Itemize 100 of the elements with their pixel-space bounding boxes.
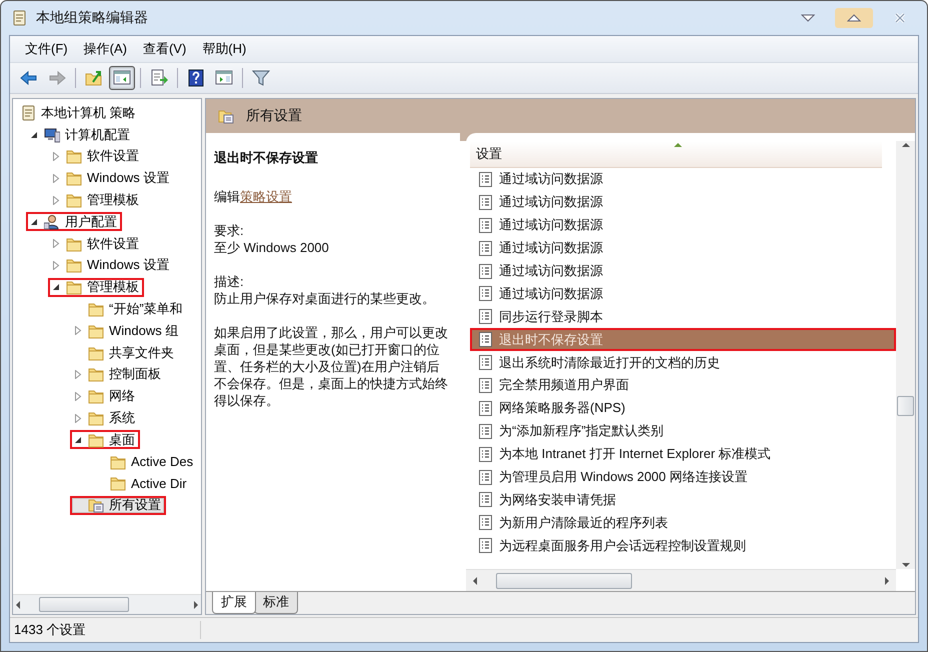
horizontal-scrollbar[interactable] bbox=[466, 569, 896, 591]
requirement-text: 至少 Windows 2000 bbox=[214, 240, 329, 255]
policy-icon bbox=[478, 240, 493, 257]
setting-row[interactable]: 为网络安装申请凭据 bbox=[470, 488, 896, 512]
scroll-up-icon bbox=[900, 141, 910, 149]
policy-icon bbox=[478, 376, 493, 394]
tree-item[interactable]: 桌面 bbox=[70, 430, 140, 450]
tree-item[interactable]: Windows 组 bbox=[70, 321, 184, 340]
column-header[interactable]: 设置 bbox=[476, 145, 502, 163]
folder-icon bbox=[66, 279, 82, 296]
folder-icon bbox=[88, 301, 104, 318]
policy-icon bbox=[478, 331, 493, 348]
setting-row[interactable]: 通过域访问数据源 bbox=[470, 168, 896, 191]
scroll-thumb[interactable] bbox=[496, 572, 632, 588]
policy-icon bbox=[478, 514, 493, 532]
folder-icon bbox=[66, 170, 82, 186]
tree-item[interactable]: 系统 bbox=[70, 408, 140, 428]
forward-arrow-icon bbox=[48, 69, 66, 87]
minimize-icon bbox=[801, 14, 815, 22]
setting-row[interactable]: 通过域访问数据源 bbox=[470, 190, 896, 214]
policy-icon bbox=[478, 354, 493, 372]
tree-item[interactable]: 软件设置 bbox=[48, 234, 144, 254]
window-title: 本地组策略编辑器 bbox=[36, 9, 149, 27]
console-tree-icon bbox=[113, 69, 131, 87]
policy-icon bbox=[478, 194, 493, 211]
folder-icon bbox=[110, 454, 126, 470]
tree-item[interactable]: “开始”菜单和 bbox=[70, 300, 188, 319]
view-tab[interactable]: 扩展 bbox=[212, 592, 256, 614]
folder-icon bbox=[88, 366, 104, 382]
folder-icon bbox=[88, 410, 104, 426]
setting-title: 退出时不保存设置 bbox=[214, 149, 319, 166]
policy-icon bbox=[478, 262, 493, 280]
tree-item[interactable]: Active Des bbox=[92, 452, 198, 472]
show-tree-button[interactable] bbox=[109, 66, 135, 90]
setting-row[interactable]: 通过域访问数据源 bbox=[470, 236, 896, 260]
maximize-icon bbox=[847, 14, 861, 22]
view-tab[interactable]: 标准 bbox=[254, 592, 298, 614]
menu-item[interactable]: 查看(V) bbox=[136, 37, 194, 61]
setting-row[interactable]: 为新用户清除最近的程序列表 bbox=[470, 511, 896, 534]
menu-item[interactable]: 操作(A) bbox=[76, 37, 134, 61]
tree-item[interactable]: 本地计算机 策略 bbox=[17, 103, 141, 122]
scroll-right-icon bbox=[193, 600, 199, 610]
description-text: 如果启用了此设置，那么，用户可以更改桌面，但是某些更改(如已打开窗口的位置、任务栏的大小及位置)在用户注销后不会保存。但是，桌面上的快捷方式始终得以保存。 bbox=[214, 324, 449, 409]
folder-icon bbox=[88, 388, 104, 404]
scroll-thumb[interactable] bbox=[39, 597, 129, 612]
setting-row[interactable]: 为“添加新程序”指定默认类别 bbox=[470, 420, 896, 443]
setting-row[interactable]: 完全禁用频道用户界面 bbox=[470, 374, 896, 397]
setting-row[interactable]: 通过域访问数据源 bbox=[470, 282, 896, 306]
edit-label: 编辑 bbox=[214, 189, 240, 204]
computer-icon bbox=[44, 126, 60, 143]
description-label: 描述: bbox=[214, 274, 244, 289]
tree-item[interactable]: 网络 bbox=[70, 386, 140, 406]
status-text: 1433 个设置 bbox=[14, 621, 201, 639]
tree-item[interactable]: Active Dir bbox=[92, 474, 192, 493]
policy-icon bbox=[478, 285, 493, 302]
tree-item[interactable]: 所有设置 bbox=[70, 496, 166, 515]
setting-row[interactable]: 为本地 Intranet 打开 Internet Explorer 标准模式 bbox=[470, 442, 896, 466]
scroll-left-icon bbox=[15, 600, 21, 610]
action-pane-icon bbox=[215, 69, 233, 87]
setting-row[interactable]: 为管理员启用 Windows 2000 网络连接设置 bbox=[470, 466, 896, 488]
document-icon bbox=[20, 104, 36, 121]
tree-item[interactable]: Windows 设置 bbox=[48, 256, 174, 275]
policy-settings-link[interactable]: 策略设置 bbox=[240, 189, 292, 204]
setting-row[interactable]: 通过域访问数据源 bbox=[470, 214, 896, 237]
policy-icon bbox=[478, 468, 493, 486]
setting-row[interactable]: 为远程桌面服务用户会话远程控制设置规则 bbox=[470, 534, 896, 558]
policy-icon bbox=[478, 400, 493, 417]
setting-row[interactable]: 网络策略服务器(NPS) bbox=[470, 396, 896, 420]
tree-item[interactable]: 共享文件夹 bbox=[70, 343, 179, 362]
setting-row[interactable]: 通过域访问数据源 bbox=[470, 260, 896, 282]
folder-icon bbox=[66, 148, 82, 164]
vertical-scrollbar[interactable] bbox=[896, 141, 915, 569]
menu-item[interactable]: 文件(F) bbox=[18, 37, 75, 61]
tree-item[interactable]: Windows 设置 bbox=[48, 168, 174, 188]
folder-icon bbox=[66, 257, 82, 274]
tree-item[interactable]: 管理模板 bbox=[48, 190, 144, 210]
user-icon bbox=[44, 214, 60, 230]
policy-icon bbox=[478, 422, 493, 440]
setting-row[interactable]: 退出系统时清除最近打开的文档的历史 bbox=[470, 351, 896, 374]
filter-icon bbox=[252, 69, 270, 87]
tree-item[interactable]: 用户配置 bbox=[26, 212, 122, 232]
scroll-left-icon bbox=[472, 576, 478, 586]
scroll-thumb[interactable] bbox=[897, 396, 914, 416]
policy-icon bbox=[478, 216, 493, 234]
menu-item[interactable]: 帮助(H) bbox=[195, 37, 254, 61]
maximize-button[interactable] bbox=[835, 8, 873, 28]
horizontal-scrollbar[interactable] bbox=[13, 594, 201, 614]
export-list-icon bbox=[150, 69, 168, 87]
tree-item[interactable]: 计算机配置 bbox=[26, 125, 135, 144]
folder-icon bbox=[66, 236, 82, 252]
tree-item[interactable]: 软件设置 bbox=[48, 146, 144, 166]
policy-icon bbox=[478, 308, 493, 326]
setting-row[interactable]: 同步运行登录脚本 bbox=[470, 305, 896, 328]
tree-item[interactable]: 管理模板 bbox=[48, 278, 144, 297]
policy-icon bbox=[478, 537, 493, 554]
tree-item[interactable]: 控制面板 bbox=[70, 364, 166, 384]
folder-icon bbox=[110, 475, 126, 492]
folder-up-icon bbox=[85, 69, 103, 87]
policy-icon bbox=[478, 491, 493, 508]
settings-folder-icon bbox=[218, 108, 234, 124]
